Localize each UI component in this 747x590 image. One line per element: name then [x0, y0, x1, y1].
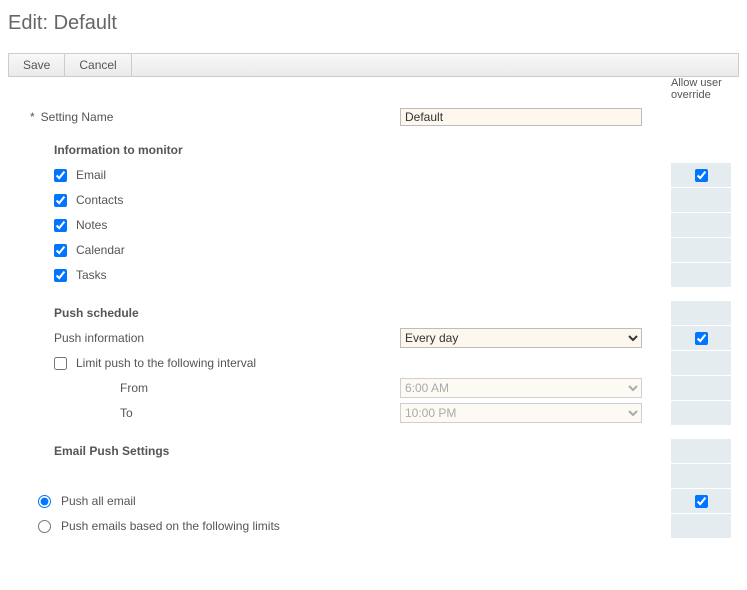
from-select[interactable]: 6:00 AM	[400, 378, 642, 398]
checkbox-limit[interactable]	[54, 357, 67, 370]
override-header: Allow user override	[671, 77, 731, 101]
checkbox-contacts[interactable]	[54, 194, 67, 207]
checkbox-email[interactable]	[54, 169, 67, 182]
override-bg	[671, 213, 731, 237]
override-bg	[671, 376, 731, 400]
label-limit: Limit push to the following interval	[76, 356, 256, 370]
override-bg	[671, 188, 731, 212]
row-setting-name: * Setting Name	[30, 105, 731, 129]
push-info-label: Push information	[54, 331, 144, 345]
override-bg	[671, 514, 731, 538]
section-heading-push: Push schedule	[54, 306, 139, 320]
row-push-limits: Push emails based on the following limit…	[30, 514, 731, 538]
label-push-limits: Push emails based on the following limit…	[61, 519, 280, 533]
override-bg	[671, 401, 731, 425]
override-bg	[671, 439, 731, 463]
toolbar: Save Cancel	[8, 53, 739, 77]
checkbox-calendar[interactable]	[54, 244, 67, 257]
row-contacts: Contacts	[30, 188, 731, 212]
row-push-info: Push information Every day	[30, 326, 731, 350]
setting-name-label: Setting Name	[41, 110, 114, 124]
push-info-select[interactable]: Every day	[400, 328, 642, 348]
label-push-all: Push all email	[61, 494, 136, 508]
override-checkbox-push[interactable]	[695, 332, 708, 345]
row-limit: Limit push to the following interval	[30, 351, 731, 375]
save-button[interactable]: Save	[9, 54, 65, 76]
label-to: To	[120, 406, 133, 420]
label-contacts: Contacts	[76, 193, 123, 207]
cancel-button[interactable]: Cancel	[65, 54, 131, 76]
override-monitor	[671, 163, 731, 187]
override-bg	[671, 263, 731, 287]
row-gap	[30, 464, 731, 488]
row-push-heading: Push schedule	[30, 301, 731, 325]
row-push-all: Push all email	[30, 489, 731, 513]
override-cell-empty	[671, 105, 731, 129]
required-marker: *	[30, 110, 35, 124]
label-email: Email	[76, 168, 106, 182]
override-bg	[671, 464, 731, 488]
radio-push-limits[interactable]	[38, 520, 51, 533]
row-eps-heading: Email Push Settings	[30, 439, 731, 463]
row-notes: Notes	[30, 213, 731, 237]
page-title: Edit: Default	[8, 12, 739, 35]
form-content: Allow user override * Setting Name Infor…	[30, 105, 731, 538]
section-heading-email-push: Email Push Settings	[54, 444, 169, 458]
row-email: Email	[30, 163, 731, 187]
setting-name-input[interactable]	[400, 108, 642, 126]
override-bg	[671, 301, 731, 325]
override-bg	[671, 351, 731, 375]
row-tasks: Tasks	[30, 263, 731, 287]
row-from: From 6:00 AM	[30, 376, 731, 400]
row-to: To 10:00 PM	[30, 401, 731, 425]
override-checkbox-monitor[interactable]	[695, 169, 708, 182]
row-calendar: Calendar	[30, 238, 731, 262]
label-tasks: Tasks	[76, 268, 107, 282]
checkbox-notes[interactable]	[54, 219, 67, 232]
override-bg	[671, 238, 731, 262]
to-select[interactable]: 10:00 PM	[400, 403, 642, 423]
section-heading-monitor: Information to monitor	[54, 143, 731, 157]
override-eps	[671, 489, 731, 513]
override-push	[671, 326, 731, 350]
override-checkbox-eps[interactable]	[695, 495, 708, 508]
label-notes: Notes	[76, 218, 107, 232]
label-calendar: Calendar	[76, 243, 125, 257]
label-from: From	[120, 381, 148, 395]
radio-push-all[interactable]	[38, 495, 51, 508]
checkbox-tasks[interactable]	[54, 269, 67, 282]
